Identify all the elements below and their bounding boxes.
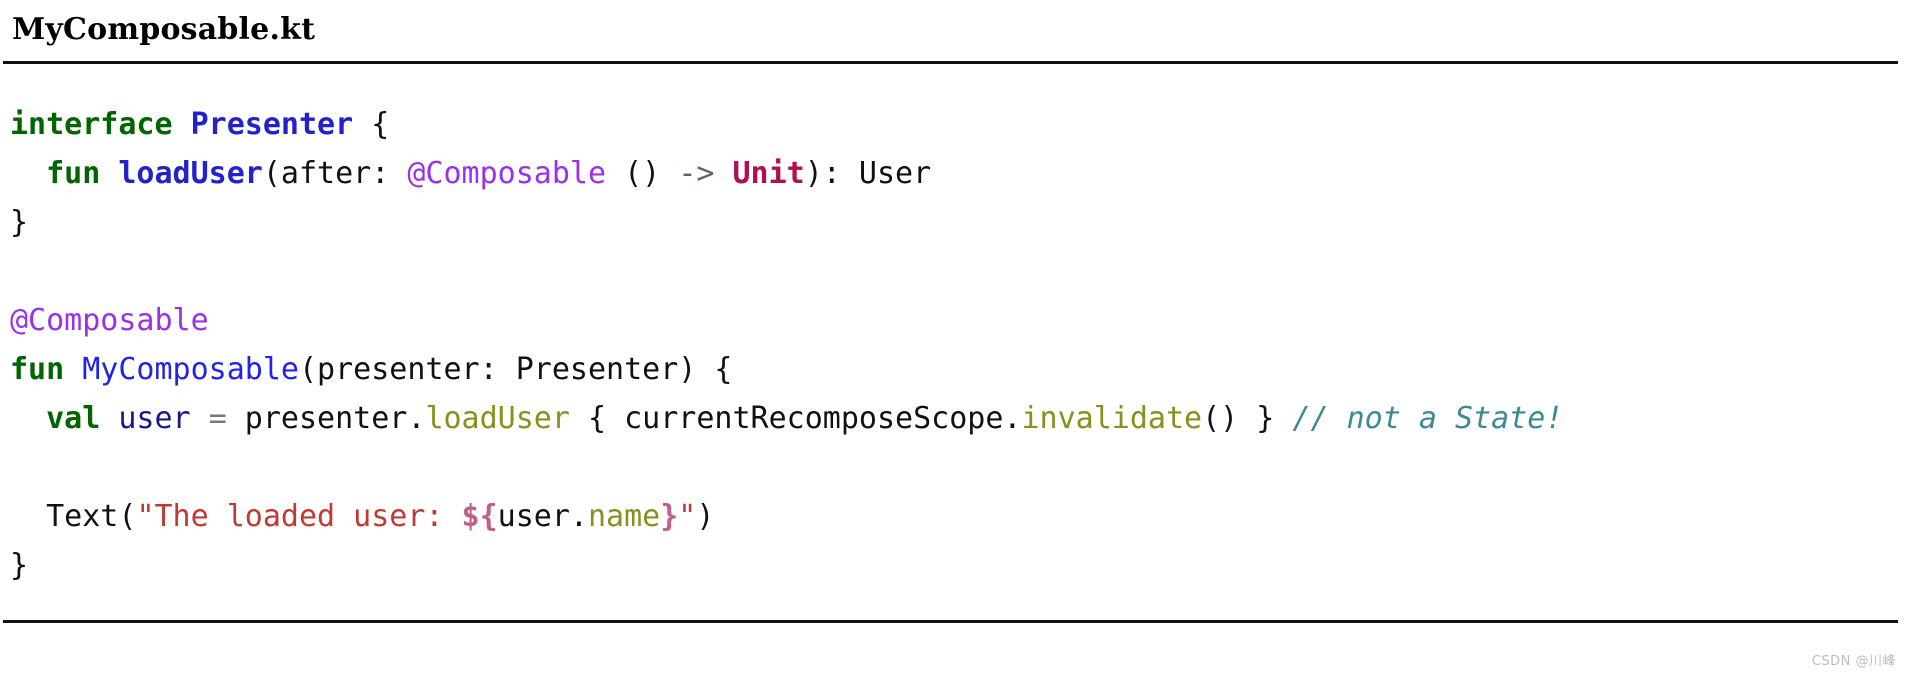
code-token: =: [208, 400, 227, 436]
code-line: fun loadUser(after: @Composable () -> Un…: [10, 149, 1906, 198]
page-title: MyComposable.kt: [12, 12, 316, 47]
code-token: Presenter: [190, 106, 354, 142]
code-token: }: [660, 498, 679, 534]
code-token: @Composable: [407, 155, 607, 191]
code-token: ): [696, 498, 715, 534]
code-token: (after:: [262, 155, 408, 191]
code-token: MyComposable: [82, 351, 299, 387]
watermark: CSDN @川峰: [1811, 654, 1896, 669]
code-token: fun: [46, 155, 101, 191]
code-token: @Composable: [10, 302, 209, 338]
code-token: user: [118, 400, 191, 436]
code-line: }: [10, 541, 1906, 590]
code-block: interface Presenter { fun loadUser(after…: [0, 94, 1906, 590]
code-token: ->: [678, 155, 715, 191]
code-token: ${: [461, 498, 498, 534]
code-token: (): [606, 155, 679, 191]
code-token: val: [46, 400, 101, 436]
code-token: Text(: [10, 498, 137, 534]
code-token: "The loaded user:: [136, 498, 462, 534]
code-line: Text("The loaded user: ${user.name}"): [10, 492, 1906, 541]
code-token: () }: [1202, 400, 1293, 436]
code-token: }: [10, 547, 29, 583]
code-line: val user = presenter.loadUser { currentR…: [10, 394, 1906, 443]
code-line: interface Presenter {: [10, 100, 1906, 149]
code-snippet-page: MyComposable.kt interface Presenter { fu…: [0, 0, 1906, 674]
code-token: // not a State!: [1292, 400, 1564, 436]
code-token: }: [10, 204, 29, 240]
code-token: ): User: [804, 155, 932, 191]
bottom-divider: [3, 619, 1898, 623]
title-divider: [3, 60, 1898, 64]
code-token: ": [678, 498, 697, 534]
code-line: @Composable: [10, 296, 1906, 345]
code-token: user.: [497, 498, 588, 534]
code-token: invalidate: [1021, 400, 1203, 436]
code-token: loadUser: [118, 155, 263, 191]
code-token: {: [353, 106, 390, 142]
code-token: loadUser: [425, 400, 570, 436]
code-line: fun MyComposable(presenter: Presenter) {: [10, 345, 1906, 394]
code-token: { currentRecomposeScope.: [569, 400, 1022, 436]
code-token: fun: [10, 351, 65, 387]
code-token: (presenter: Presenter) {: [299, 351, 733, 387]
code-token: name: [587, 498, 661, 534]
code-token: interface: [10, 106, 173, 142]
code-line: }: [10, 198, 1906, 247]
code-token: Unit: [732, 155, 805, 191]
code-token: presenter.: [226, 400, 426, 436]
